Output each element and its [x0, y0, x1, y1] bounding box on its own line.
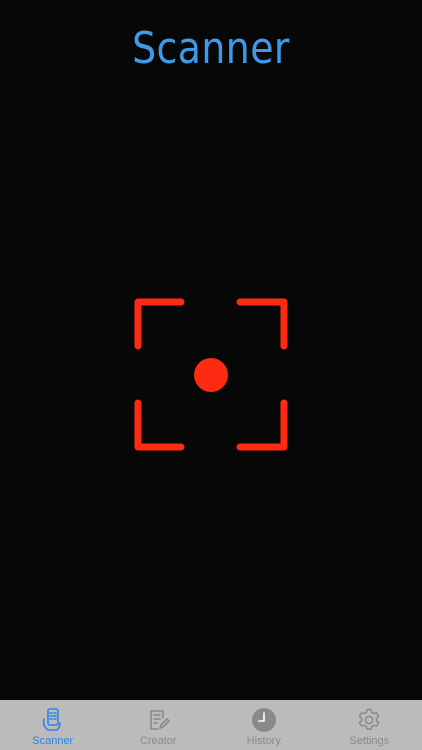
tab-label: Creator: [139, 735, 177, 747]
tab-label: History: [246, 735, 281, 747]
tab-history[interactable]: History: [211, 700, 317, 750]
clock-icon: [251, 707, 277, 733]
scan-viewfinder[interactable]: [133, 297, 289, 452]
phone-scan-icon: [40, 707, 66, 733]
viewfinder-center-dot: [194, 358, 228, 392]
gear-icon: [356, 707, 382, 733]
scanner-screen: Scanner Scanner Creator History Settings: [0, 0, 422, 750]
viewfinder-corner-bottom-right: [236, 399, 288, 451]
viewfinder-corner-bottom-left: [134, 399, 185, 451]
tab-label: Scanner: [32, 735, 74, 747]
tab-label: Settings: [349, 735, 390, 747]
viewfinder-corner-top-left: [134, 298, 185, 350]
tab-scanner[interactable]: Scanner: [0, 700, 106, 750]
tab-creator[interactable]: Creator: [106, 700, 212, 750]
page-title: Scanner: [132, 23, 290, 74]
tab-settings[interactable]: Settings: [317, 700, 422, 750]
viewfinder-corner-top-right: [236, 298, 288, 350]
document-edit-icon: [145, 707, 171, 733]
tab-bar: Scanner Creator History Settings: [0, 700, 422, 750]
